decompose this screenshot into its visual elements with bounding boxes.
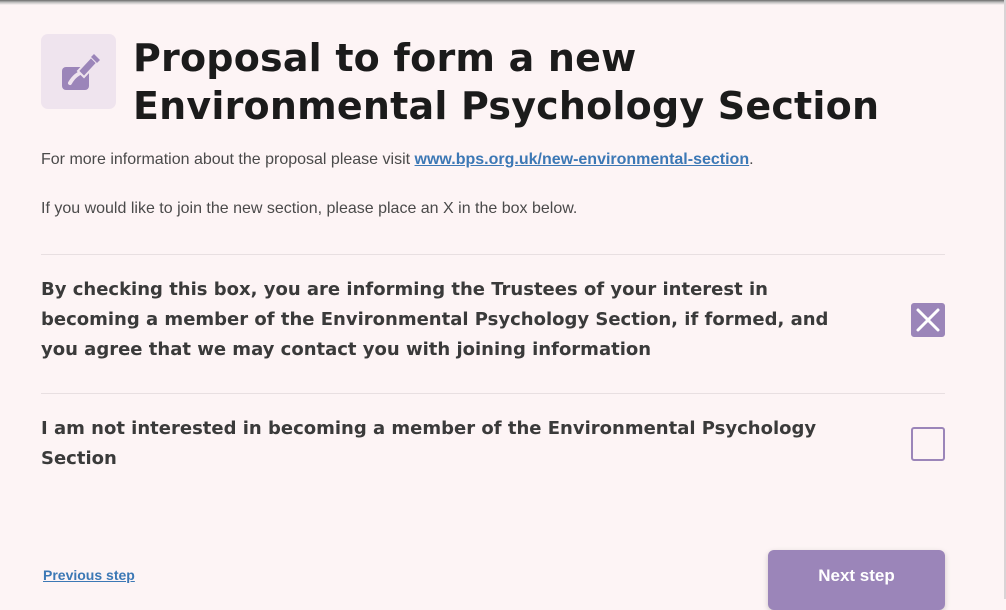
divider xyxy=(41,393,945,394)
icon-tile xyxy=(41,34,116,109)
join-checkbox[interactable] xyxy=(911,303,945,337)
info-suffix: . xyxy=(749,151,754,168)
info-text: For more information about the proposal … xyxy=(41,151,754,169)
next-step-button[interactable]: Next step xyxy=(768,550,945,610)
info-prefix: For more information about the proposal … xyxy=(41,151,415,168)
option-join-label: By checking this box, you are informing … xyxy=(41,279,829,360)
proposal-link[interactable]: www.bps.org.uk/new-environmental-section xyxy=(415,151,750,168)
decline-checkbox[interactable] xyxy=(911,427,945,461)
x-mark-icon xyxy=(916,308,940,332)
page-title: Proposal to form a new Environmental Psy… xyxy=(133,36,880,128)
edit-document-icon xyxy=(61,53,100,90)
form-page: Proposal to form a new Environmental Psy… xyxy=(41,0,945,610)
option-decline-label: I am not interested in becoming a member… xyxy=(41,418,817,469)
form-header: Proposal to form a new Environmental Psy… xyxy=(41,34,953,130)
divider xyxy=(41,254,945,255)
option-join: By checking this box, you are informing … xyxy=(41,275,945,365)
previous-step-link[interactable]: Previous step xyxy=(43,567,135,583)
instruction-text: If you would like to join the new sectio… xyxy=(41,200,578,217)
option-decline: I am not interested in becoming a member… xyxy=(41,414,945,474)
